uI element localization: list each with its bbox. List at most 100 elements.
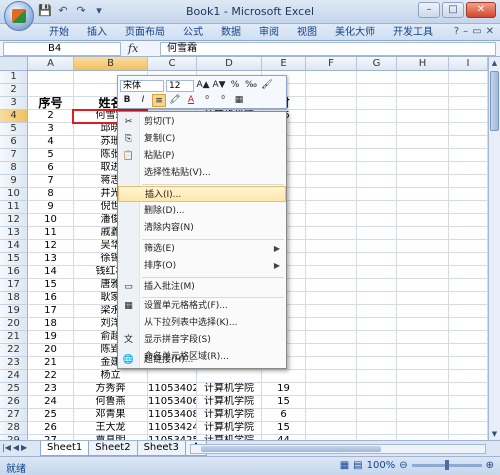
row-header[interactable]: 27 [0,409,28,422]
cell-e24[interactable] [262,370,306,383]
cell-a22[interactable]: 20 [28,344,74,357]
cell-empty[interactable] [306,136,357,149]
cell-empty[interactable] [306,344,357,357]
cell-empty[interactable] [397,253,449,266]
row-header[interactable]: 20 [0,318,28,331]
cell-empty[interactable] [397,227,449,240]
bold-icon[interactable]: B [120,94,134,107]
cell-empty[interactable] [397,84,449,97]
cell-empty[interactable] [357,409,397,422]
cell-empty[interactable] [397,305,449,318]
context-menu-item[interactable]: 筛选(E) ▶ [118,241,286,257]
tab-formulas[interactable]: 公式 [174,26,212,39]
cell-c27[interactable]: 11053408 [148,409,197,422]
ribbon-minimize-icon[interactable]: – [463,26,468,37]
cell-empty[interactable] [306,188,357,201]
page-layout-view-icon[interactable]: ▤ [353,460,362,471]
column-header-a[interactable]: A [28,57,74,71]
cell-empty[interactable] [449,383,488,396]
vertical-scroll-thumb[interactable] [490,71,499,131]
cell-empty[interactable] [306,110,357,123]
cell-empty[interactable] [357,370,397,383]
cell-empty[interactable] [357,383,397,396]
cell-empty[interactable] [357,71,397,84]
row-header[interactable]: 23 [0,357,28,370]
column-header-f[interactable]: F [306,57,357,71]
cell-empty[interactable] [357,214,397,227]
cell-empty[interactable] [397,409,449,422]
cell-a2[interactable] [28,84,74,97]
tab-beautify[interactable]: 美化大师 [326,26,384,39]
cell-d24[interactable] [197,370,262,383]
cell-empty[interactable] [357,357,397,370]
increase-decimal-icon[interactable]: ⁰ [200,94,214,107]
cell-empty[interactable] [397,344,449,357]
cell-a10[interactable]: 8 [28,188,74,201]
cell-c25[interactable]: 11053402 [148,383,197,396]
cell-empty[interactable] [397,357,449,370]
cell-empty[interactable] [357,344,397,357]
font-size-dropdown[interactable]: 12 [166,79,194,92]
cell-empty[interactable] [306,383,357,396]
tab-developer[interactable]: 开发工具 [384,26,442,39]
ribbon-restore-icon[interactable]: ▭ [472,26,481,37]
context-menu-item[interactable]: ▭ 插入批注(M) [118,279,286,295]
column-header-g[interactable]: G [357,57,397,71]
decrease-decimal-icon[interactable]: ⁰ [216,94,230,107]
row-header[interactable]: 4 [0,110,28,123]
cell-d26[interactable]: 计算机学院 [197,396,262,409]
context-menu-item[interactable]: 🌐 超链接(H)... [118,352,286,368]
row-header[interactable]: 22 [0,344,28,357]
row-header[interactable]: 24 [0,370,28,383]
cell-empty[interactable] [397,149,449,162]
minimize-button[interactable]: – [418,2,440,18]
font-family-dropdown[interactable]: 宋体 [120,79,164,92]
cell-empty[interactable] [449,149,488,162]
cell-empty[interactable] [306,71,357,84]
cell-a7[interactable]: 5 [28,149,74,162]
row-header[interactable]: 18 [0,292,28,305]
column-header-b[interactable]: B [74,57,148,71]
cell-empty[interactable] [397,370,449,383]
help-icon[interactable]: ? [454,26,459,37]
cell-empty[interactable] [357,97,397,110]
cell-empty[interactable] [306,162,357,175]
cell-empty[interactable] [449,188,488,201]
context-menu-item[interactable]: 从下拉列表中选择(K)... [118,315,286,331]
cell-empty[interactable] [397,266,449,279]
tab-review[interactable]: 审阅 [250,26,288,39]
increase-font-icon[interactable]: A▲ [196,79,210,92]
cell-empty[interactable] [449,175,488,188]
scroll-up-icon[interactable]: ▲ [489,57,500,69]
context-menu-item[interactable]: 📋 粘贴(P) [118,148,286,164]
cell-empty[interactable] [449,305,488,318]
cell-empty[interactable] [306,292,357,305]
row-header[interactable]: 10 [0,188,28,201]
cell-empty[interactable] [449,110,488,123]
column-header-h[interactable]: H [397,57,449,71]
cell-a1[interactable] [28,71,74,84]
cell-empty[interactable] [306,214,357,227]
cell-a18[interactable]: 16 [28,292,74,305]
cell-empty[interactable] [357,84,397,97]
cell-empty[interactable] [397,71,449,84]
cell-empty[interactable] [306,240,357,253]
cell-empty[interactable] [397,136,449,149]
cell-a5[interactable]: 3 [28,123,74,136]
cell-a15[interactable]: 13 [28,253,74,266]
prev-sheet-icon[interactable]: ◀ [13,443,19,452]
cell-empty[interactable] [306,422,357,435]
cell-empty[interactable] [357,266,397,279]
cell-empty[interactable] [397,175,449,188]
column-header-e[interactable]: E [262,57,306,71]
borders-icon[interactable]: ▦ [232,94,246,107]
cell-empty[interactable] [449,123,488,136]
first-sheet-icon[interactable]: |◀ [2,443,11,452]
fill-color-icon[interactable]: 🖍 [168,94,182,107]
cell-empty[interactable] [397,318,449,331]
row-header[interactable]: 15 [0,253,28,266]
cell-a17[interactable]: 15 [28,279,74,292]
cell-empty[interactable] [449,97,488,110]
cell-empty[interactable] [397,188,449,201]
cell-b24[interactable]: 杨立 [74,370,148,383]
